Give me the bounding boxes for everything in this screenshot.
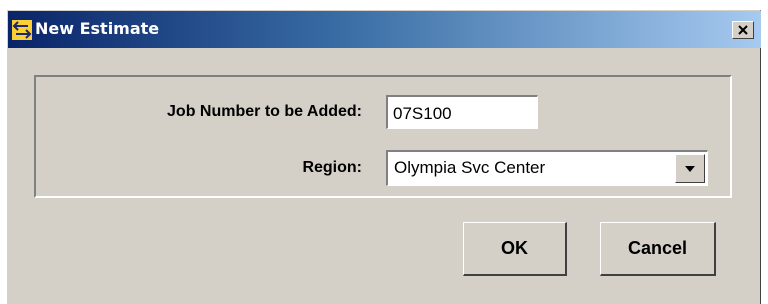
title-bar[interactable]: New Estimate <box>8 11 761 48</box>
region-selected-value: Olympia Svc Center <box>394 158 546 177</box>
window-title: New Estimate <box>35 19 160 38</box>
cancel-button[interactable]: Cancel <box>600 222 716 276</box>
dropdown-button[interactable] <box>675 154 705 183</box>
arrows-icon <box>12 20 32 40</box>
region-select[interactable]: Olympia Svc Center <box>386 150 708 186</box>
job-number-input[interactable] <box>386 95 538 129</box>
ok-button[interactable]: OK <box>463 222 567 276</box>
job-number-label: Job Number to be Added: <box>167 103 362 120</box>
region-label: Region: <box>302 159 362 176</box>
close-button[interactable] <box>732 21 754 39</box>
